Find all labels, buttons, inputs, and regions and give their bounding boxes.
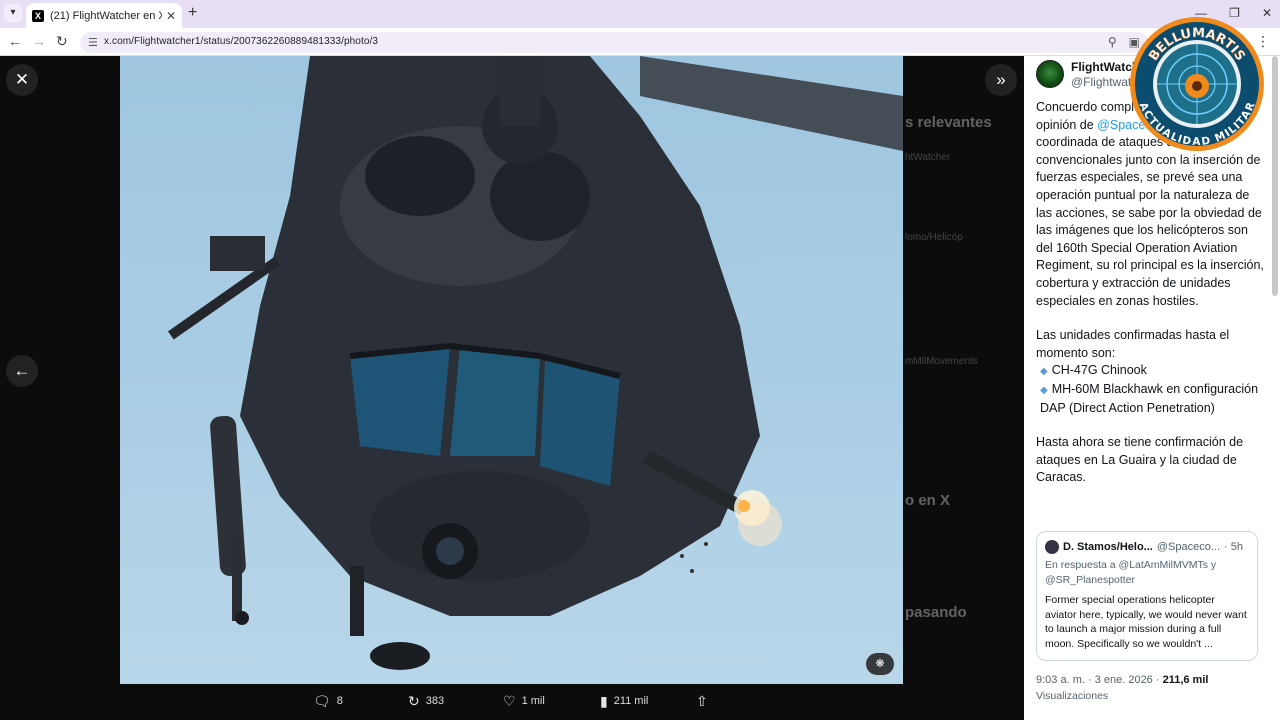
tab-list-button[interactable]: ▾ <box>4 4 22 22</box>
helicopter-image <box>167 56 903 670</box>
diamond-icon: ◆ <box>1040 384 1048 396</box>
zoom-icon[interactable]: ⚲ <box>1108 35 1117 49</box>
author-avatar[interactable] <box>1036 60 1064 88</box>
tweet-paragraph: Hasta ahora se tiene confirmación de ata… <box>1036 435 1244 485</box>
reply-count: 8 <box>336 695 343 707</box>
back-icon[interactable]: ← <box>8 33 22 49</box>
quoted-tweet[interactable]: D. Stamos/Helo... @Spaceco... · 5h En re… <box>1036 531 1258 661</box>
tweet-text: Concuerdo completamente con la opinión d… <box>1036 99 1264 504</box>
timestamp-text[interactable]: 9:03 a. m. · 3 ene. 2026 · <box>1036 674 1163 686</box>
tweet-timestamp: 9:03 a. m. · 3 ene. 2026 · 211,6 mil <box>1036 674 1208 686</box>
grok-icon[interactable]: ❋ <box>866 653 894 675</box>
tweet-photo[interactable] <box>120 56 903 684</box>
analytics-icon: ▮ <box>600 693 608 709</box>
quote-author-handle[interactable]: @Spaceco... <box>1157 541 1220 553</box>
list-item-text: MH-60M Blackhawk en configuración DAP (D… <box>1040 381 1259 415</box>
site-info-icon[interactable]: ☰ <box>88 36 98 49</box>
expand-panel-button[interactable]: » <box>985 64 1017 96</box>
background-heading: s relevantes <box>905 114 992 131</box>
x-logo-icon: X <box>32 9 44 22</box>
url-text: x.com/Flightwatcher1/status/200736226088… <box>104 36 379 47</box>
list-item-text: CH-47G Chinook <box>1051 363 1147 378</box>
url-input[interactable]: ☰ x.com/Flightwatcher1/status/2007362260… <box>80 32 1148 53</box>
bellumartis-logo: BELLUMARTIS ACTUALIDAD MILITAR <box>1130 17 1264 151</box>
quote-time: · 5h <box>1224 541 1243 553</box>
photo-viewer: s relevantes htWatcher lomo/Helicóp mMil… <box>0 56 1024 720</box>
diamond-icon: ◆ <box>1040 366 1048 378</box>
views-button[interactable]: ▮ 211 mil <box>600 694 648 708</box>
like-button[interactable]: ♡ 1 mil <box>503 694 545 708</box>
reload-icon[interactable]: ↻ <box>56 33 68 49</box>
background-heading: o en X <box>905 492 951 509</box>
views-label: Visualizaciones <box>1036 690 1109 702</box>
repost-button[interactable]: ↻ 383 <box>408 694 444 708</box>
like-count: 1 mil <box>521 695 545 707</box>
previous-photo-button[interactable]: ← <box>6 355 38 387</box>
browser-tab[interactable]: X (21) FlightWatcher en X: "Concu ✕ <box>26 3 182 28</box>
views-count: 211 mil <box>613 695 649 707</box>
quote-author-name[interactable]: D. Stamos/Helo... <box>1063 541 1153 553</box>
background-timeline: s relevantes htWatcher lomo/Helicóp mMil… <box>905 114 992 621</box>
forward-icon[interactable]: → <box>32 33 46 49</box>
quote-avatar[interactable] <box>1045 540 1059 554</box>
browser-tab-bar: ▾ X (21) FlightWatcher en X: "Concu ✕ + … <box>0 0 1280 28</box>
close-viewer-button[interactable]: ✕ <box>6 64 38 96</box>
reply-button[interactable]: 🗨 8 <box>313 694 343 708</box>
reply-icon: 🗨 <box>313 693 331 709</box>
tab-title: (21) FlightWatcher en X: "Concu <box>50 9 162 22</box>
heart-icon: ♡ <box>503 693 516 709</box>
tweet-paragraph: Las unidades confirmadas hasta el moment… <box>1036 328 1230 360</box>
share-button[interactable]: ⇧ <box>696 694 708 708</box>
quote-reply-to: En respuesta a @LatAmMilMVMTs y @SR_Plan… <box>1045 559 1217 586</box>
share-icon: ⇧ <box>696 693 708 709</box>
close-tab-icon[interactable]: ✕ <box>166 9 176 23</box>
tweet-panel: FlightWatcher @Flightwatcher1 Concuerdo … <box>1024 56 1280 720</box>
repost-icon: ↻ <box>408 693 420 709</box>
list-item: ◆ MH-60M Blackhawk en configuración DAP (… <box>1036 381 1264 417</box>
panel-scrollbar[interactable] <box>1272 56 1278 296</box>
tweet-action-bar: 🗨 8 ↻ 383 ♡ 1 mil ▮ 211 mil ⇧ <box>120 688 903 718</box>
background-heading: pasando <box>905 604 967 621</box>
address-bar: ← → ↻ ☰ x.com/Flightwatcher1/status/2007… <box>0 28 1280 56</box>
repost-count: 383 <box>425 695 445 707</box>
list-item: ◆ CH-47G Chinook <box>1036 362 1264 381</box>
new-tab-button[interactable]: + <box>188 5 197 21</box>
quote-text: Former special operations helicopter avi… <box>1045 594 1247 650</box>
views-total: 211,6 mil <box>1162 674 1209 686</box>
